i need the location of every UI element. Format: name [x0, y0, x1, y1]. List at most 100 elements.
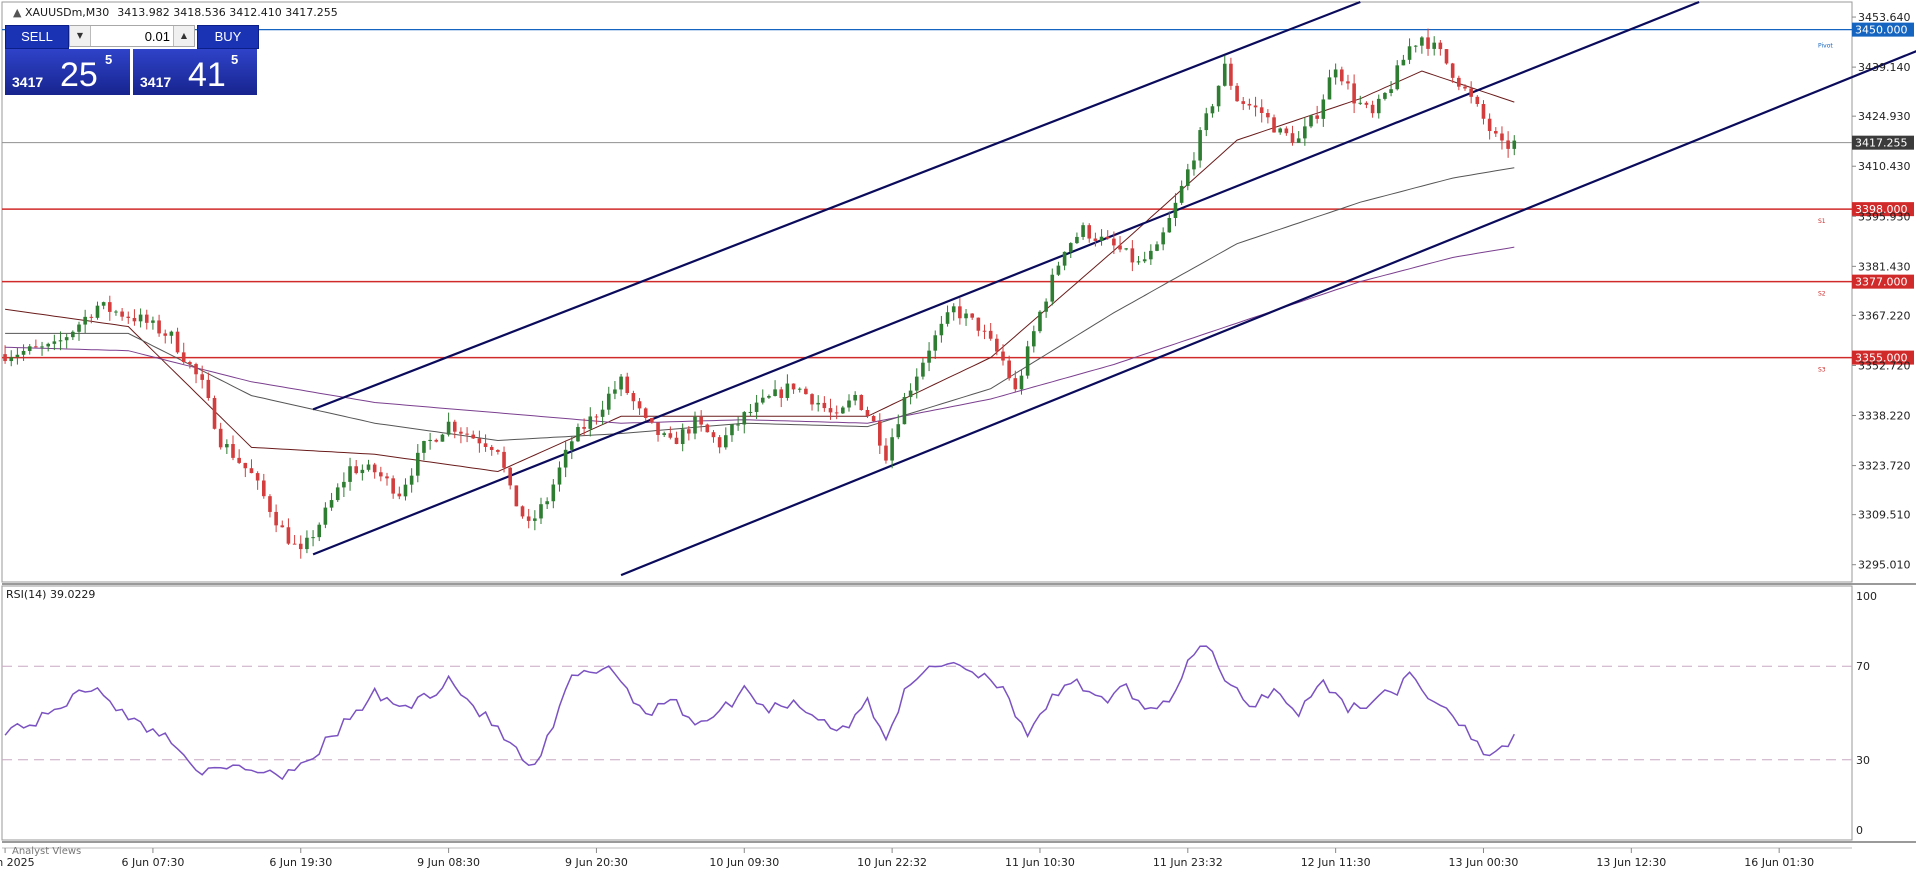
- candle-body: [286, 527, 291, 544]
- analyst-views-tab[interactable]: Analyst Views: [12, 846, 81, 857]
- candle: [391, 475, 395, 499]
- candle-body: [1050, 274, 1055, 302]
- candle: [403, 478, 408, 501]
- candle-body: [1253, 105, 1258, 108]
- candle: [188, 360, 192, 369]
- candle-body: [64, 337, 69, 341]
- candle-body: [1093, 238, 1098, 241]
- candle-body: [120, 311, 124, 317]
- candle-body: [342, 481, 346, 488]
- candle-body: [1038, 311, 1042, 332]
- collapse-triangle-icon[interactable]: ▲: [13, 6, 25, 19]
- candle: [834, 405, 839, 420]
- candle-body: [95, 305, 100, 318]
- candle: [452, 419, 457, 439]
- candle: [878, 413, 882, 455]
- candle: [1186, 163, 1190, 191]
- candle: [927, 342, 931, 372]
- candle: [237, 449, 241, 465]
- lot-size-input[interactable]: [92, 27, 170, 45]
- candle-body: [459, 431, 463, 434]
- candle: [1007, 355, 1011, 381]
- candle-body: [52, 341, 57, 344]
- candle-body: [810, 394, 814, 405]
- candle: [958, 298, 962, 325]
- candle-body: [58, 340, 63, 342]
- candle: [773, 380, 777, 397]
- candle-body: [1296, 138, 1301, 143]
- candle: [853, 391, 857, 406]
- candle: [1050, 268, 1055, 306]
- lot-increase-icon[interactable]: ▲: [173, 26, 194, 46]
- candle: [477, 430, 482, 453]
- candle: [120, 307, 124, 321]
- candle: [637, 397, 642, 415]
- candle-body: [1167, 217, 1172, 233]
- candle: [15, 347, 20, 365]
- candle-body: [452, 421, 457, 432]
- price-axis: 3453.640 3439.140 3424.930 3410.430 3395.930…: [1852, 11, 1914, 572]
- candle-body: [896, 424, 901, 438]
- candle-body: [391, 478, 395, 494]
- candle: [385, 472, 389, 486]
- time-tick-label: 13 Jun 00:30: [1449, 856, 1519, 869]
- candle: [243, 462, 248, 478]
- buy-button[interactable]: BUY: [197, 25, 259, 49]
- candle: [274, 504, 278, 533]
- candle-body: [101, 302, 106, 306]
- candle-body: [1007, 360, 1011, 379]
- candle-body: [249, 468, 254, 474]
- candle: [841, 405, 845, 414]
- candle: [680, 423, 685, 452]
- candle: [218, 422, 223, 450]
- candle: [1290, 125, 1295, 146]
- candle-body: [1247, 103, 1252, 106]
- candle: [64, 333, 69, 349]
- buy-price-button[interactable]: 3417 41 5: [133, 49, 257, 95]
- price-chart[interactable]: Pivot3450.000S13398.000S23377.000S33355.…: [0, 0, 1916, 874]
- candle-body: [514, 485, 519, 507]
- candle: [1229, 57, 1233, 90]
- candle-body: [643, 408, 648, 418]
- candle: [329, 492, 334, 511]
- candle: [1413, 45, 1418, 53]
- candle-body: [465, 433, 469, 435]
- candle: [151, 316, 155, 330]
- candle: [1210, 103, 1215, 118]
- candle-body: [483, 443, 488, 447]
- candle: [1062, 251, 1067, 271]
- candle: [1124, 247, 1128, 251]
- candle-body: [366, 464, 371, 470]
- rsi-panel: 100 70 30 0: [2, 590, 1877, 837]
- candle-body: [1401, 59, 1406, 66]
- candle-body: [526, 516, 531, 521]
- candle: [1192, 152, 1196, 176]
- candle-body: [77, 324, 81, 332]
- candle: [1512, 135, 1517, 156]
- candle: [1346, 74, 1350, 90]
- candle-body: [335, 487, 340, 501]
- sell-button[interactable]: SELL: [5, 25, 69, 49]
- candle: [1364, 101, 1369, 109]
- rsi-tick-label: 100: [1856, 590, 1877, 603]
- candle: [551, 479, 556, 509]
- candle-body: [1426, 37, 1430, 49]
- candle: [77, 321, 81, 341]
- candle: [1407, 38, 1412, 65]
- lot-decrease-icon[interactable]: ▼: [70, 26, 91, 46]
- candle-body: [1438, 42, 1443, 50]
- candle: [908, 383, 913, 405]
- candle-body: [1457, 77, 1461, 87]
- candle-body: [859, 394, 864, 410]
- candle: [1241, 97, 1246, 111]
- candle: [342, 472, 346, 498]
- time-tick-label: 16 Jun 01:30: [1744, 856, 1814, 869]
- candle: [1494, 127, 1498, 137]
- candle: [1081, 222, 1085, 240]
- candle: [964, 309, 968, 326]
- candle-body: [576, 426, 580, 442]
- sell-price-button[interactable]: 3417 25 5: [5, 49, 130, 95]
- candle: [1309, 114, 1313, 129]
- time-tick-label: 5 Jun 2025: [0, 856, 35, 869]
- candle: [1068, 242, 1073, 259]
